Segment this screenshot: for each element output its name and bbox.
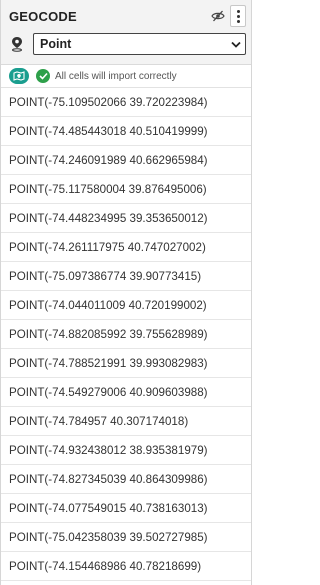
cell-row: POINT(-74.827345039 40.864309986) — [1, 465, 251, 494]
cell-row: POINT(-75.042358039 39.502727985) — [1, 523, 251, 552]
type-select[interactable]: Point — [33, 33, 246, 55]
cell-row: POINT(-75.117580004 39.876495006) — [1, 175, 251, 204]
vertical-dots-icon[interactable] — [230, 5, 246, 27]
cell-row: POINT(-74.549279006 40.909603988) — [1, 378, 251, 407]
column-name: GEOCODE — [9, 8, 77, 24]
column-header: GEOCODE Point — [1, 0, 251, 65]
cell-row: POINT(-74.788521991 39.993082983) — [1, 349, 251, 378]
check-circle-icon — [36, 69, 50, 83]
cell-row: POINT(-74.485443018 40.510419999) — [1, 117, 251, 146]
cell-row: POINT(-74.448234995 39.353650012) — [1, 204, 251, 233]
cell-row: POINT(-75.109502066 39.720223984) — [1, 88, 251, 117]
geocode-badge-icon[interactable] — [9, 68, 29, 84]
cell-row: POINT(-74.261117975 40.747027002) — [1, 233, 251, 262]
type-row: Point — [9, 33, 246, 55]
cell-row: POINT(-74.246091989 40.662965984) — [1, 146, 251, 175]
status-message: All cells will import correctly — [55, 70, 177, 82]
cell-row: POINT(-74.882085992 39.755628989) — [1, 320, 251, 349]
cell-row: POINT(-74.077549015 40.738163013) — [1, 494, 251, 523]
column-preview-panel: GEOCODE Point All cells will import corr… — [0, 0, 252, 585]
cell-list: POINT(-75.109502066 39.720223984) POINT(-… — [1, 88, 251, 581]
map-pin-icon — [9, 35, 25, 53]
chevron-down-icon — [231, 37, 241, 51]
cell-row: POINT(-74.784957 40.307174018) — [1, 407, 251, 436]
column-title-row: GEOCODE — [9, 5, 246, 27]
eye-slash-icon[interactable] — [210, 8, 226, 24]
cell-row: POINT(-74.044011009 40.720199002) — [1, 291, 251, 320]
cell-row: POINT(-74.932438012 38.935381979) — [1, 436, 251, 465]
type-select-value: Point — [40, 37, 72, 51]
import-status-row: All cells will import correctly — [1, 65, 251, 88]
cell-row: POINT(-75.097386774 39.90773415) — [1, 262, 251, 291]
cell-row: POINT(-74.154468986 40.78218699) — [1, 552, 251, 581]
